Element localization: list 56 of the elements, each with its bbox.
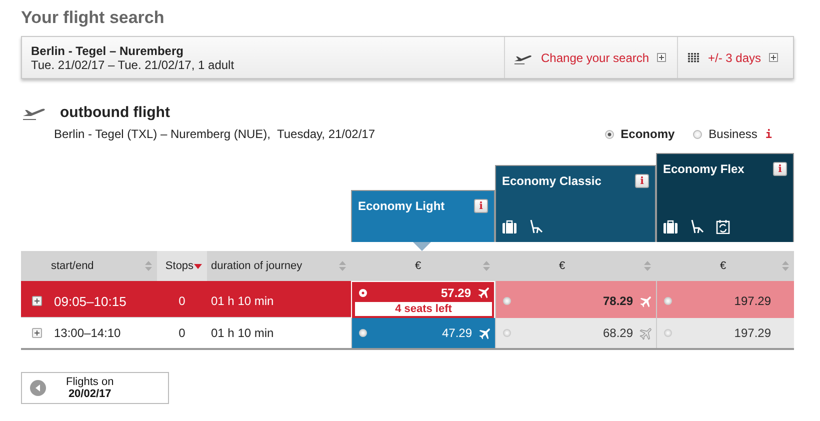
flight-time: 09:05–10:15 — [54, 294, 126, 308]
radio-button[interactable] — [604, 130, 614, 138]
fare-header[interactable]: Economy Classic i — [495, 165, 656, 242]
radio-button[interactable] — [692, 130, 702, 138]
info-button[interactable]: i — [773, 162, 787, 176]
plus-icon — [657, 53, 666, 62]
search-link[interactable]: Change your search — [504, 37, 677, 78]
flight-row[interactable]: 09:05–10:15 0 01 h 10 min 57.29 4 seats left 78.29 197.29 — [21, 281, 794, 317]
fare-cell[interactable]: 78.29 — [495, 281, 656, 321]
info-button[interactable]: i — [474, 199, 488, 213]
price: 197.29 — [734, 294, 771, 308]
page-title: Your flight search — [21, 8, 166, 28]
price: 197.29 — [734, 326, 771, 340]
fare-header[interactable]: Economy Light i — [351, 190, 495, 242]
column-header[interactable]: start/end — [21, 251, 157, 281]
info-button[interactable]: i — [635, 174, 649, 188]
fare-cell[interactable]: 197.29 — [656, 318, 794, 348]
radio-button[interactable] — [359, 329, 367, 337]
fare-cell[interactable]: 197.29 — [656, 281, 794, 321]
column-header[interactable]: Stops — [157, 251, 207, 281]
radio-button[interactable] — [503, 297, 511, 305]
flight-row[interactable]: 13:00–14:10 0 01 h 10 min 47.29 68.29 197.29 — [21, 317, 794, 348]
table-cell: 01 h 10 min — [211, 326, 274, 340]
fare-header[interactable]: Economy Flex i — [656, 153, 794, 242]
table-cell: 01 h 10 min — [211, 294, 274, 308]
search-route: Berlin - Tegel – Nuremberg — [31, 44, 184, 58]
info-link[interactable]: i — [765, 128, 772, 140]
column-header[interactable]: € — [656, 251, 794, 281]
cabin-radio[interactable]: Economy — [604, 127, 675, 141]
fare-cell[interactable]: 47.29 — [351, 318, 495, 348]
radio-button[interactable] — [664, 297, 672, 305]
expand-icon — [32, 328, 42, 338]
plus-icon — [769, 53, 778, 62]
fare-cell[interactable]: 57.29 4 seats left — [351, 281, 495, 321]
price: 57.29 — [440, 286, 471, 300]
section-title: outbound flight — [60, 104, 170, 120]
search-dates: Tue. 21/02/17 – Tue. 21/02/17, 1 adult — [31, 58, 234, 72]
fare-cell[interactable]: 68.29 — [495, 318, 656, 348]
table-cell: 0 — [178, 294, 186, 308]
price: 78.29 — [602, 294, 633, 308]
cabin-radio[interactable]: Business — [692, 127, 758, 141]
previous-day-button[interactable]: Flights on 20/02/17 — [21, 372, 169, 404]
column-header[interactable]: € — [495, 251, 656, 281]
flight-time: 13:00–14:10 — [54, 326, 121, 340]
seats-left-label: 4 seats left — [355, 302, 492, 316]
column-header[interactable]: duration of journey — [207, 251, 351, 281]
calendar-grid-icon — [688, 52, 700, 62]
route-details: Berlin - Tegel (TXL) – Nuremberg (NUE), Tuesday, 21/02/17 — [54, 127, 376, 141]
price: 68.29 — [602, 326, 633, 340]
radio-button[interactable] — [503, 329, 511, 337]
search-link[interactable]: +/- 3 days — [677, 37, 793, 78]
expand-icon — [32, 296, 42, 306]
column-header[interactable]: € — [351, 251, 495, 281]
radio-button[interactable] — [664, 329, 672, 337]
table-cell: 0 — [178, 326, 186, 340]
price: 47.29 — [442, 326, 472, 340]
